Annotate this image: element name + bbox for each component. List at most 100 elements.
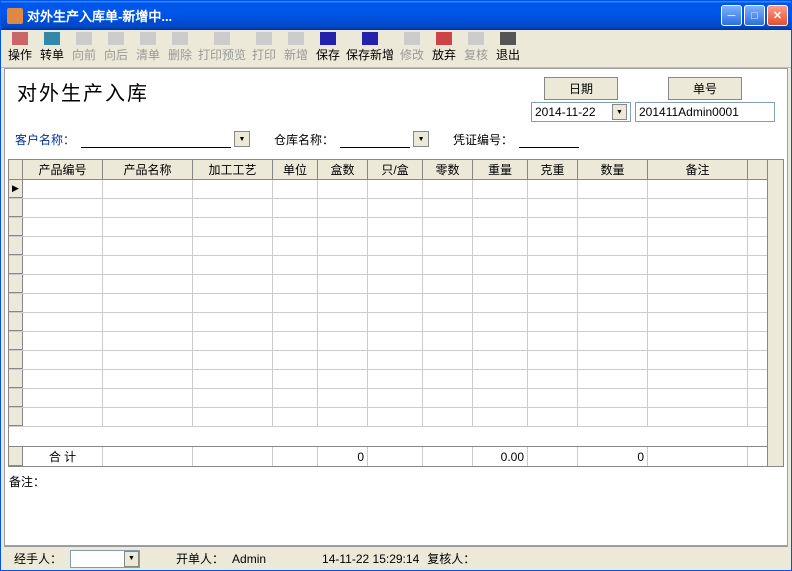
- cell[interactable]: [318, 408, 368, 426]
- minimize-button[interactable]: ─: [721, 5, 742, 26]
- grid-body[interactable]: ▶: [9, 180, 767, 446]
- cell[interactable]: [648, 351, 748, 369]
- cell[interactable]: [103, 389, 193, 407]
- cell[interactable]: [528, 408, 578, 426]
- cell[interactable]: [103, 351, 193, 369]
- cell[interactable]: [103, 294, 193, 312]
- cell[interactable]: [473, 389, 528, 407]
- cell[interactable]: [578, 237, 648, 255]
- cell[interactable]: [473, 313, 528, 331]
- cell[interactable]: [318, 389, 368, 407]
- cell[interactable]: [423, 256, 473, 274]
- cell[interactable]: [648, 332, 748, 350]
- table-row[interactable]: [9, 218, 767, 237]
- cell[interactable]: [318, 351, 368, 369]
- column-header[interactable]: 盒数: [318, 160, 368, 179]
- cell[interactable]: [193, 256, 273, 274]
- cell[interactable]: [423, 218, 473, 236]
- cell[interactable]: [528, 237, 578, 255]
- toolbar-operate-button[interactable]: 操作: [5, 32, 35, 65]
- close-button[interactable]: ✕: [767, 5, 788, 26]
- cell[interactable]: [423, 199, 473, 217]
- cell[interactable]: [368, 199, 423, 217]
- cell[interactable]: [368, 332, 423, 350]
- docno-input[interactable]: 201411Admin0001: [635, 102, 775, 122]
- cell[interactable]: [103, 199, 193, 217]
- cell[interactable]: [368, 313, 423, 331]
- cell[interactable]: [578, 275, 648, 293]
- cell[interactable]: [423, 370, 473, 388]
- cell[interactable]: [318, 332, 368, 350]
- table-row[interactable]: [9, 237, 767, 256]
- cell[interactable]: [273, 408, 318, 426]
- cell[interactable]: [648, 237, 748, 255]
- cell[interactable]: [23, 294, 103, 312]
- cell[interactable]: [368, 389, 423, 407]
- cell[interactable]: [473, 370, 528, 388]
- table-row[interactable]: [9, 294, 767, 313]
- column-header[interactable]: 产品编号: [23, 160, 103, 179]
- cell[interactable]: [103, 408, 193, 426]
- column-header[interactable]: 数量: [578, 160, 648, 179]
- cell[interactable]: [273, 294, 318, 312]
- toolbar-save-button[interactable]: 保存: [313, 32, 343, 65]
- column-header[interactable]: 克重: [528, 160, 578, 179]
- customer-input[interactable]: [81, 130, 231, 148]
- cell[interactable]: [103, 180, 193, 198]
- cell[interactable]: [23, 218, 103, 236]
- maximize-button[interactable]: □: [744, 5, 765, 26]
- cell[interactable]: [528, 313, 578, 331]
- cell[interactable]: [23, 351, 103, 369]
- table-row[interactable]: [9, 199, 767, 218]
- cell[interactable]: [578, 180, 648, 198]
- cell[interactable]: [528, 351, 578, 369]
- column-header[interactable]: 重量: [473, 160, 528, 179]
- cell[interactable]: [473, 218, 528, 236]
- cell[interactable]: [318, 180, 368, 198]
- cell[interactable]: [318, 256, 368, 274]
- cell[interactable]: [528, 218, 578, 236]
- cell[interactable]: [648, 313, 748, 331]
- cell[interactable]: [193, 351, 273, 369]
- table-row[interactable]: [9, 256, 767, 275]
- cell[interactable]: [23, 256, 103, 274]
- cell[interactable]: [648, 199, 748, 217]
- cell[interactable]: [528, 389, 578, 407]
- cell[interactable]: [423, 237, 473, 255]
- cell[interactable]: [648, 370, 748, 388]
- vertical-scrollbar[interactable]: [767, 160, 783, 466]
- toolbar-transfer-button[interactable]: 转单: [37, 32, 67, 65]
- cell[interactable]: [423, 313, 473, 331]
- cell[interactable]: [368, 180, 423, 198]
- cell[interactable]: [23, 199, 103, 217]
- cell[interactable]: [648, 218, 748, 236]
- table-row[interactable]: [9, 275, 767, 294]
- column-header[interactable]: 单位: [273, 160, 318, 179]
- cell[interactable]: [23, 389, 103, 407]
- cell[interactable]: [368, 256, 423, 274]
- cell[interactable]: [273, 180, 318, 198]
- cell[interactable]: [193, 313, 273, 331]
- date-input[interactable]: 2014-11-22 ▼: [531, 102, 631, 122]
- cell[interactable]: [273, 351, 318, 369]
- cell[interactable]: [648, 294, 748, 312]
- cell[interactable]: [648, 256, 748, 274]
- cell[interactable]: [23, 370, 103, 388]
- cell[interactable]: [193, 199, 273, 217]
- cell[interactable]: [473, 351, 528, 369]
- voucher-input[interactable]: [519, 130, 579, 148]
- cell[interactable]: [648, 180, 748, 198]
- cell[interactable]: [103, 313, 193, 331]
- cell[interactable]: [423, 275, 473, 293]
- cell[interactable]: [578, 408, 648, 426]
- cell[interactable]: [318, 237, 368, 255]
- cell[interactable]: [273, 332, 318, 350]
- cell[interactable]: [423, 408, 473, 426]
- handler-input[interactable]: ▼: [70, 550, 140, 568]
- cell[interactable]: [578, 199, 648, 217]
- cell[interactable]: [528, 256, 578, 274]
- cell[interactable]: [473, 256, 528, 274]
- cell[interactable]: [648, 275, 748, 293]
- cell[interactable]: [528, 199, 578, 217]
- cell[interactable]: [648, 389, 748, 407]
